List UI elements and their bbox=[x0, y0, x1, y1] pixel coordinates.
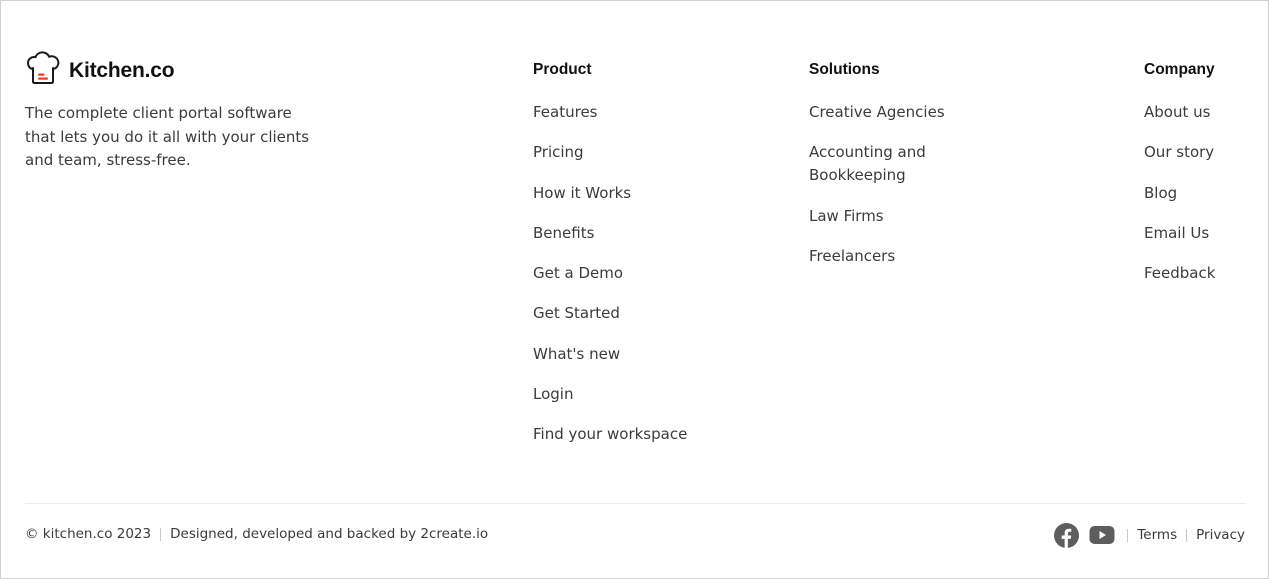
brand-description: The complete client portal software that… bbox=[25, 104, 310, 169]
credit-link[interactable]: Designed, developed and backed by 2creat… bbox=[170, 524, 488, 544]
site-footer: Kitchen.co The complete client portal so… bbox=[0, 0, 1269, 579]
link-creative-agencies[interactable]: Creative Agencies bbox=[809, 101, 1009, 124]
link-how-it-works[interactable]: How it Works bbox=[533, 182, 733, 205]
footer-column-company: Company About us Our story Blog Email Us… bbox=[1144, 59, 1254, 302]
link-email-us[interactable]: Email Us bbox=[1144, 222, 1254, 245]
brand-block: Kitchen.co The complete client portal so… bbox=[25, 51, 325, 173]
link-law-firms[interactable]: Law Firms bbox=[809, 205, 1009, 228]
brand-logo-link[interactable]: Kitchen.co bbox=[25, 51, 325, 85]
link-find-workspace[interactable]: Find your workspace bbox=[533, 423, 733, 446]
column-title-solutions: Solutions bbox=[809, 61, 880, 78]
link-get-started[interactable]: Get Started bbox=[533, 302, 733, 325]
solutions-links: Creative Agencies Accounting and Bookkee… bbox=[809, 101, 1009, 268]
link-features[interactable]: Features bbox=[533, 101, 733, 124]
link-blog[interactable]: Blog bbox=[1144, 182, 1254, 205]
company-links: About us Our story Blog Email Us Feedbac… bbox=[1144, 101, 1254, 285]
copyright-text: © kitchen.co 2023 bbox=[25, 526, 152, 542]
link-our-story[interactable]: Our story bbox=[1144, 141, 1254, 164]
footer-column-product: Product Features Pricing How it Works Be… bbox=[533, 59, 733, 464]
column-title-product: Product bbox=[533, 61, 592, 78]
separator bbox=[1127, 528, 1129, 542]
link-accounting-bookkeeping[interactable]: Accounting and Bookkeeping bbox=[809, 141, 959, 187]
chef-hat-icon bbox=[25, 51, 61, 85]
separator bbox=[1186, 528, 1188, 542]
footer-legal: © kitchen.co 2023 Designed, developed an… bbox=[25, 524, 488, 544]
link-whats-new[interactable]: What's new bbox=[533, 343, 733, 366]
youtube-icon[interactable] bbox=[1089, 522, 1115, 548]
column-title-company: Company bbox=[1144, 61, 1215, 78]
link-benefits[interactable]: Benefits bbox=[533, 222, 733, 245]
footer-divider bbox=[25, 503, 1246, 504]
footer-meta: Terms Privacy bbox=[1053, 522, 1245, 548]
product-links: Features Pricing How it Works Benefits G… bbox=[533, 101, 733, 446]
privacy-link[interactable]: Privacy bbox=[1196, 523, 1245, 547]
link-freelancers[interactable]: Freelancers bbox=[809, 245, 1009, 268]
link-feedback[interactable]: Feedback bbox=[1144, 262, 1254, 285]
facebook-icon[interactable] bbox=[1053, 522, 1079, 548]
link-pricing[interactable]: Pricing bbox=[533, 141, 733, 164]
link-get-a-demo[interactable]: Get a Demo bbox=[533, 262, 733, 285]
brand-name: Kitchen.co bbox=[69, 58, 175, 82]
terms-link[interactable]: Terms bbox=[1137, 523, 1177, 547]
link-about-us[interactable]: About us bbox=[1144, 101, 1254, 124]
separator bbox=[160, 527, 162, 541]
footer-column-solutions: Solutions Creative Agencies Accounting a… bbox=[809, 59, 1009, 285]
link-login[interactable]: Login bbox=[533, 383, 733, 406]
